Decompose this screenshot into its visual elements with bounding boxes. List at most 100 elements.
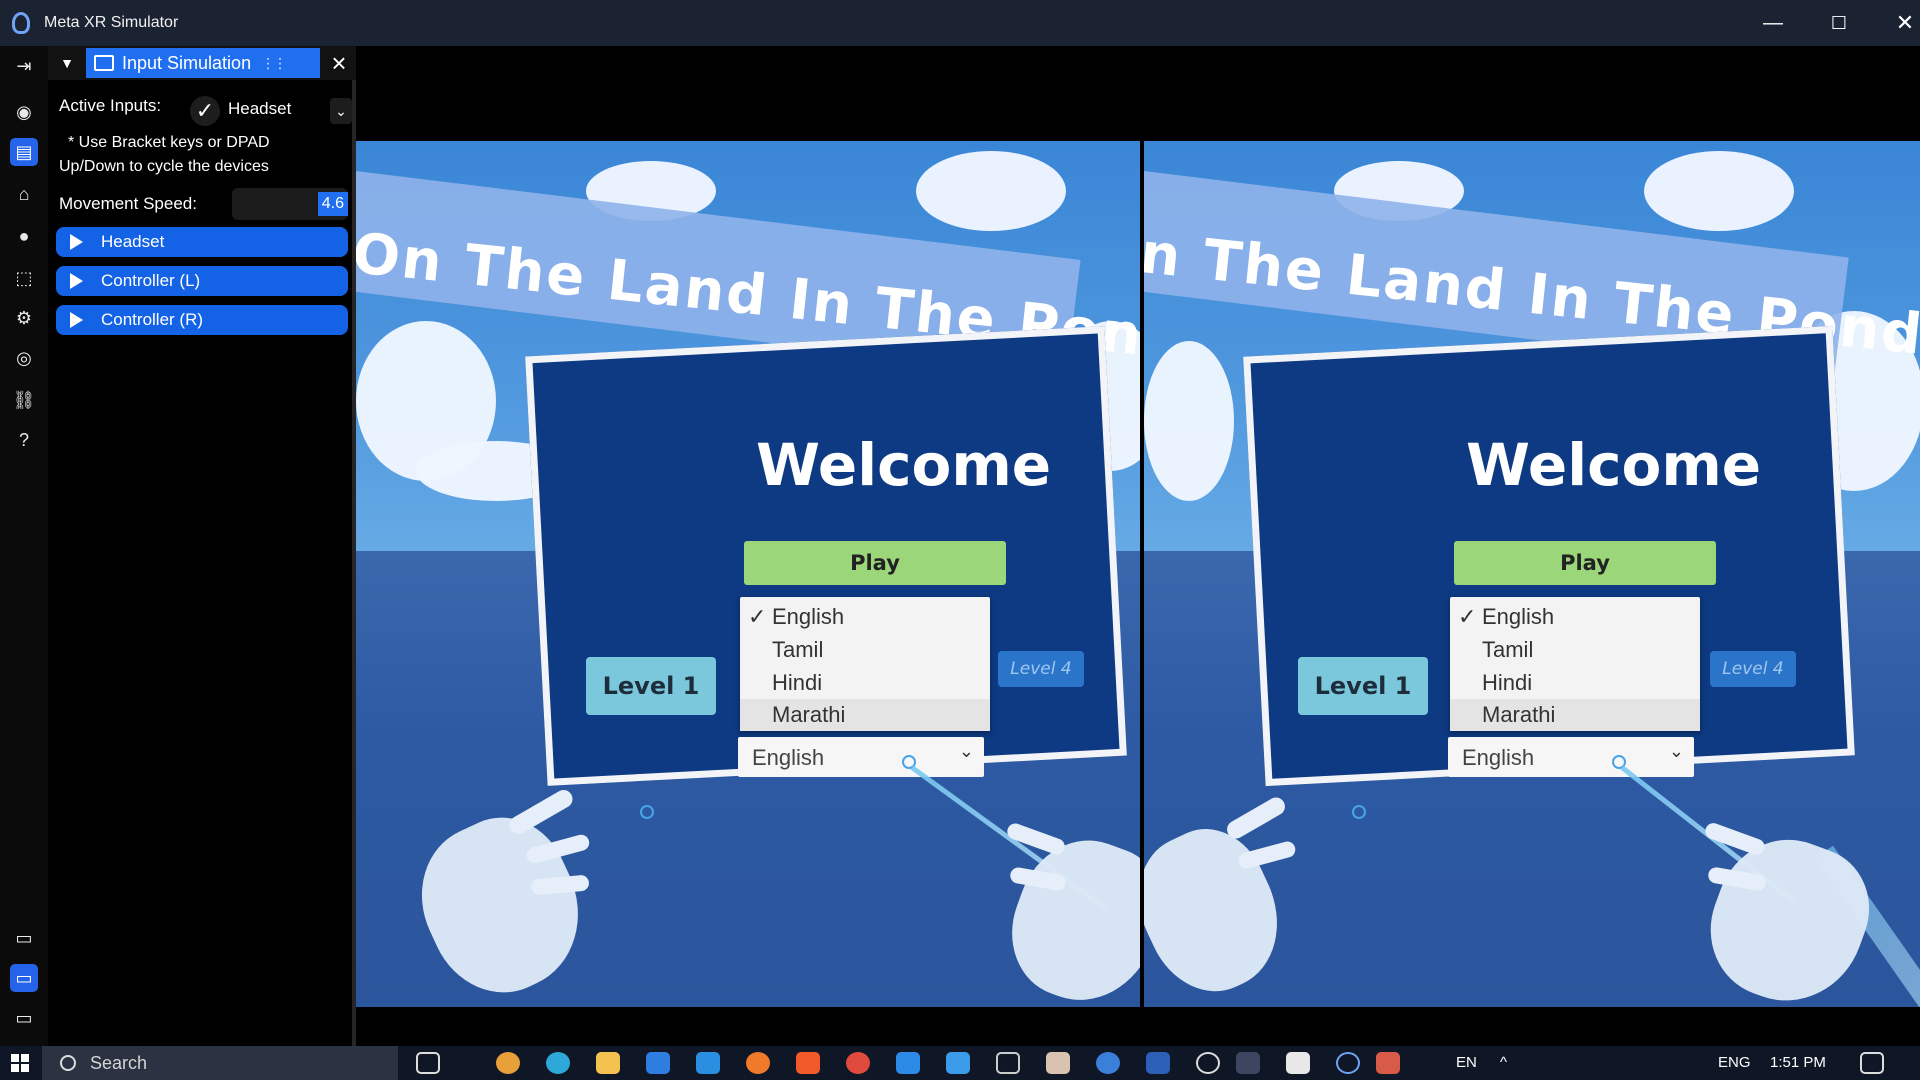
- movement-speed-value[interactable]: 4.6: [317, 192, 348, 216]
- expand-triangle-icon: [70, 312, 83, 328]
- panel-menu-chevron-icon[interactable]: ▼: [56, 52, 78, 74]
- windows-logo-icon: [11, 1054, 29, 1072]
- input-language[interactable]: ENG: [1718, 1054, 1751, 1071]
- level-1-button[interactable]: Level 1: [586, 657, 716, 715]
- controller-icon[interactable]: ▭: [10, 1004, 38, 1032]
- chrome-icon[interactable]: [846, 1052, 870, 1074]
- welcome-heading: Welcome: [756, 431, 1052, 499]
- window-title: Meta XR Simulator: [44, 14, 179, 31]
- language-option[interactable]: Hindi: [1450, 667, 1700, 699]
- section-controller-right[interactable]: Controller (R): [56, 305, 348, 335]
- language-option[interactable]: Tamil: [1450, 634, 1700, 666]
- cloud: [916, 151, 1066, 231]
- word-icon[interactable]: [1146, 1052, 1170, 1074]
- windows-taskbar: Search EN ^ ENG 1:51 PM: [0, 1046, 1920, 1080]
- language-option[interactable]: Marathi: [740, 699, 990, 731]
- close-panel-button[interactable]: ×: [326, 48, 352, 78]
- terminal-icon[interactable]: [996, 1052, 1020, 1074]
- play-button[interactable]: Play: [744, 541, 1006, 585]
- active-input-value: Headset: [228, 99, 292, 118]
- language-select[interactable]: English ⌄: [738, 737, 984, 777]
- welcome-heading: Welcome: [1466, 431, 1762, 499]
- tool-rail: ⇥ ◉ ▤ ⌂ ● ⬚ ⚙ ◎ ⛓ ? ▭ ▭ ▭: [0, 46, 48, 1046]
- tab-label: Input Simulation: [122, 52, 252, 73]
- expand-triangle-icon: [70, 234, 83, 250]
- taskbar-search-box[interactable]: Search: [42, 1046, 398, 1080]
- pointer-cursor: [640, 805, 654, 819]
- chevron-up-icon[interactable]: ^: [1500, 1054, 1507, 1071]
- file-explorer-icon[interactable]: [596, 1052, 620, 1074]
- headset-checkbox[interactable]: ✓: [190, 96, 220, 126]
- meta-xr-simulator-icon[interactable]: [1336, 1052, 1360, 1074]
- store-icon[interactable]: [646, 1052, 670, 1074]
- input-simulation-panel: ▼ Input Simulation ⋮⋮ × Active Inputs: ✓…: [48, 46, 356, 1046]
- language-select-value: English: [1462, 745, 1535, 770]
- tab-input-simulation[interactable]: Input Simulation ⋮⋮: [86, 48, 320, 78]
- language-option[interactable]: Hindi: [740, 667, 990, 699]
- language-option[interactable]: English: [740, 601, 990, 633]
- input-language-short[interactable]: EN: [1456, 1054, 1477, 1071]
- drag-grip-icon[interactable]: ⋮⋮: [261, 55, 287, 72]
- app-icon[interactable]: [1286, 1052, 1310, 1074]
- language-select[interactable]: English ⌄: [1448, 737, 1694, 777]
- xr-viewport[interactable]: On The Land In The Pond Welcome Play Lev…: [356, 46, 1920, 1046]
- start-button[interactable]: [2, 1046, 38, 1080]
- gamepad-icon[interactable]: ▭: [10, 924, 38, 952]
- cloud: [1144, 341, 1234, 501]
- pointer-cursor: [1352, 805, 1366, 819]
- headset-icon[interactable]: ◉: [10, 98, 38, 126]
- settings-icon[interactable]: ⚙: [10, 304, 38, 332]
- language-select-value: English: [752, 745, 825, 770]
- maximize-button[interactable]: ☐: [1806, 0, 1872, 46]
- notifications-icon[interactable]: [1860, 1052, 1884, 1074]
- app-icon[interactable]: [1046, 1052, 1070, 1074]
- room-icon[interactable]: ⌂: [10, 180, 38, 208]
- level-1-button[interactable]: Level 1: [1298, 657, 1428, 715]
- edge-browser-icon[interactable]: [546, 1052, 570, 1074]
- brave-icon[interactable]: [796, 1052, 820, 1074]
- hint-line-2: Up/Down to cycle the devices: [59, 158, 269, 175]
- search-placeholder: Search: [90, 1052, 148, 1073]
- app-icon[interactable]: [1376, 1052, 1400, 1074]
- search-icon: [60, 1055, 76, 1071]
- movement-speed-input[interactable]: 4.6: [232, 188, 348, 220]
- right-eye-view[interactable]: n The Land In The Pond Welcome Play Leve…: [1144, 141, 1920, 1007]
- copilot-icon[interactable]: [496, 1052, 520, 1074]
- language-option[interactable]: Marathi: [1450, 699, 1700, 731]
- exit-icon[interactable]: ⇥: [10, 52, 38, 80]
- graph-icon[interactable]: ⬚: [10, 264, 38, 292]
- unity-icon[interactable]: [1196, 1052, 1220, 1074]
- minimize-button[interactable]: —: [1740, 0, 1806, 46]
- mail-icon[interactable]: [696, 1052, 720, 1074]
- clock-time[interactable]: 1:51 PM: [1770, 1054, 1826, 1071]
- section-headset[interactable]: Headset: [56, 227, 348, 257]
- cloud: [1644, 151, 1794, 231]
- chevron-down-icon: ⌄: [1668, 741, 1684, 761]
- input-simulation-icon[interactable]: ▤: [10, 138, 38, 166]
- todo-icon[interactable]: [946, 1052, 970, 1074]
- panel-tabbar: ▼ Input Simulation ⋮⋮ ×: [48, 46, 356, 80]
- section-label: Headset: [101, 232, 165, 251]
- link-icon[interactable]: ⛓: [10, 386, 38, 414]
- language-option[interactable]: Tamil: [740, 634, 990, 666]
- close-window-button[interactable]: ✕: [1872, 0, 1920, 46]
- vr-headset-icon[interactable]: ◎: [10, 344, 38, 372]
- meta-xr-app-icon: [12, 12, 30, 34]
- app-icon[interactable]: [1096, 1052, 1120, 1074]
- task-view-icon[interactable]: [416, 1052, 440, 1074]
- level-4-button[interactable]: Level 4: [1710, 651, 1796, 687]
- controller-active-icon[interactable]: ▭: [10, 964, 38, 992]
- active-inputs-dropdown[interactable]: ⌄: [330, 98, 352, 124]
- play-button[interactable]: Play: [1454, 541, 1716, 585]
- section-controller-left[interactable]: Controller (L): [56, 266, 348, 296]
- left-eye-view[interactable]: On The Land In The Pond Welcome Play Lev…: [356, 141, 1140, 1007]
- active-inputs-label: Active Inputs:: [59, 96, 162, 115]
- app-icon[interactable]: [1236, 1052, 1260, 1074]
- record-icon[interactable]: ●: [10, 222, 38, 250]
- window-titlebar: Meta XR Simulator — ☐ ✕: [0, 0, 1920, 46]
- language-option[interactable]: English: [1450, 601, 1700, 633]
- firefox-icon[interactable]: [746, 1052, 770, 1074]
- level-4-button[interactable]: Level 4: [998, 651, 1084, 687]
- help-icon[interactable]: ?: [10, 426, 38, 454]
- vscode-icon[interactable]: [896, 1052, 920, 1074]
